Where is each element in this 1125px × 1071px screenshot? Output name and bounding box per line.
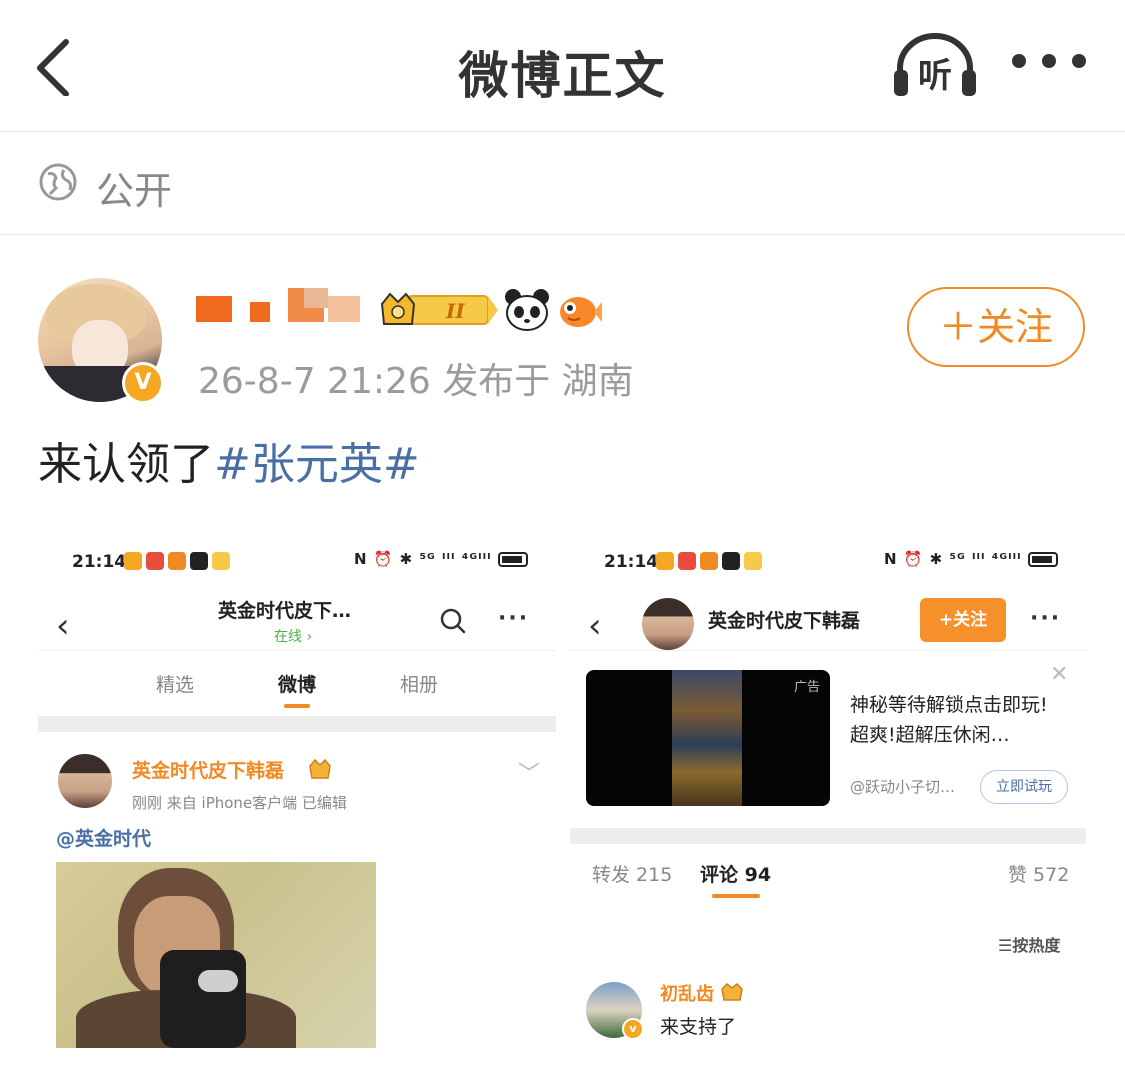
shot-mention: @英金时代 bbox=[56, 828, 152, 850]
status-app-icons bbox=[656, 552, 762, 570]
visibility-label: 公开 bbox=[96, 169, 173, 213]
shot-tab-weibo: 微博 bbox=[278, 674, 317, 696]
top-nav-bar: 微博正文 听 bbox=[0, 0, 1125, 132]
shot-author-avatar bbox=[58, 754, 112, 808]
follow-button[interactable]: ＋关注 bbox=[907, 287, 1085, 367]
status-indicators-text: N ⏰ ✱ ⁵ᴳ ᴵᴵᴵ ⁴ᴳᴵᴵᴵ bbox=[354, 550, 492, 568]
status-indicators: N ⏰ ✱ ⁵ᴳ ᴵᴵᴵ ⁴ᴳᴵᴵᴵ bbox=[354, 550, 528, 568]
shot-back-icon: ‹ bbox=[588, 606, 602, 646]
member-crown-badge-icon: II bbox=[380, 292, 498, 325]
shot-more-icon: ··· bbox=[498, 606, 530, 631]
battery-icon bbox=[497, 552, 528, 567]
panda-icon bbox=[505, 289, 549, 331]
goldfish-icon bbox=[560, 297, 602, 327]
svg-text:II: II bbox=[445, 299, 465, 323]
shot-reposts-count: 转发 215 bbox=[592, 864, 673, 886]
ad-source: @跃动小子切… bbox=[850, 778, 956, 796]
crown-icon bbox=[721, 982, 743, 1001]
shot-more-icon: ··· bbox=[1030, 606, 1062, 631]
listen-label: 听 bbox=[918, 56, 952, 96]
post-meta: 26-8-7 21:26 发布于 湖南 bbox=[198, 361, 634, 402]
shot-author-name: 英金时代皮下韩磊 bbox=[132, 760, 285, 782]
ad-tag: 广告 bbox=[793, 680, 820, 695]
crown-icon bbox=[309, 758, 331, 779]
battery-icon bbox=[1027, 552, 1058, 567]
shot-post-meta: 刚刚 来自 iPhone客户端 已编辑 bbox=[132, 794, 347, 812]
author-name-pixelated[interactable] bbox=[196, 288, 366, 324]
post-text-body: 来认领了 bbox=[38, 439, 214, 490]
verified-badge-icon: V bbox=[122, 362, 164, 404]
post-text: 来认领了#张元英# bbox=[38, 428, 420, 492]
shot-author-avatar bbox=[642, 598, 694, 650]
shot-online-status: 在线 › bbox=[274, 629, 313, 645]
search-icon bbox=[440, 608, 466, 634]
shot-comments-count: 评论 94 bbox=[700, 864, 772, 886]
status-indicators-text: N ⏰ ✱ ⁵ᴳ ᴵᴵᴵ ⁴ᴳᴵᴵᴵ bbox=[884, 550, 1022, 568]
shot-likes-count: 赞 572 bbox=[1008, 864, 1070, 886]
ad-try-button: 立即试玩 bbox=[980, 770, 1068, 804]
shot-sort-by-hot: ☰按热度 bbox=[998, 936, 1061, 955]
status-time: 21:14 bbox=[604, 552, 659, 572]
shot-divider bbox=[570, 828, 1086, 844]
shot-divider bbox=[38, 716, 556, 732]
shot-back-icon: ‹ bbox=[56, 606, 70, 646]
shot-header-title: 英金时代皮下… bbox=[218, 600, 352, 622]
ad-thumbnail: 广告 bbox=[586, 670, 830, 806]
shot-selfie-photo bbox=[56, 862, 376, 1048]
status-time: 21:14 bbox=[72, 552, 127, 572]
globe-icon bbox=[39, 163, 77, 201]
commenter-verified-icon: v bbox=[622, 1018, 644, 1040]
shot-tab-indicator bbox=[712, 894, 760, 898]
attached-image-right[interactable]: 21:14 N ⏰ ✱ ⁵ᴳ ᴵᴵᴵ ⁴ᴳᴵᴵᴵ ‹ 英金时代皮下韩磊 +关注 … bbox=[570, 540, 1086, 1071]
comment-text: 来支持了 bbox=[660, 1016, 737, 1038]
shot-tab-featured: 精选 bbox=[156, 674, 195, 696]
shot-chevron-down-icon: ﹀ bbox=[518, 762, 541, 787]
status-app-icons bbox=[124, 552, 230, 570]
status-indicators: N ⏰ ✱ ⁵ᴳ ᴵᴵᴵ ⁴ᴳᴵᴵᴵ bbox=[884, 550, 1058, 568]
shot-header-title: 英金时代皮下韩磊 bbox=[708, 610, 861, 632]
ad-text: 神秘等待解锁点击即玩!超爽!超解压休闲… bbox=[850, 694, 1048, 746]
commenter-name: 初乱齿 bbox=[660, 984, 714, 1005]
shot-tab-album: 相册 bbox=[400, 674, 439, 696]
ad-close-icon: ✕ bbox=[1050, 662, 1069, 687]
shot-follow-button: +关注 bbox=[920, 598, 1006, 642]
shot-tab-indicator bbox=[284, 704, 310, 708]
more-options-icon[interactable] bbox=[1012, 54, 1086, 74]
listen-button[interactable]: 听 bbox=[892, 32, 978, 98]
hashtag-link[interactable]: #张元英# bbox=[214, 439, 420, 490]
attached-image-left[interactable]: 21:14 N ⏰ ✱ ⁵ᴳ ᴵᴵᴵ ⁴ᴳᴵᴵᴵ ‹ 英金时代皮下… 在线 › … bbox=[38, 540, 556, 1071]
